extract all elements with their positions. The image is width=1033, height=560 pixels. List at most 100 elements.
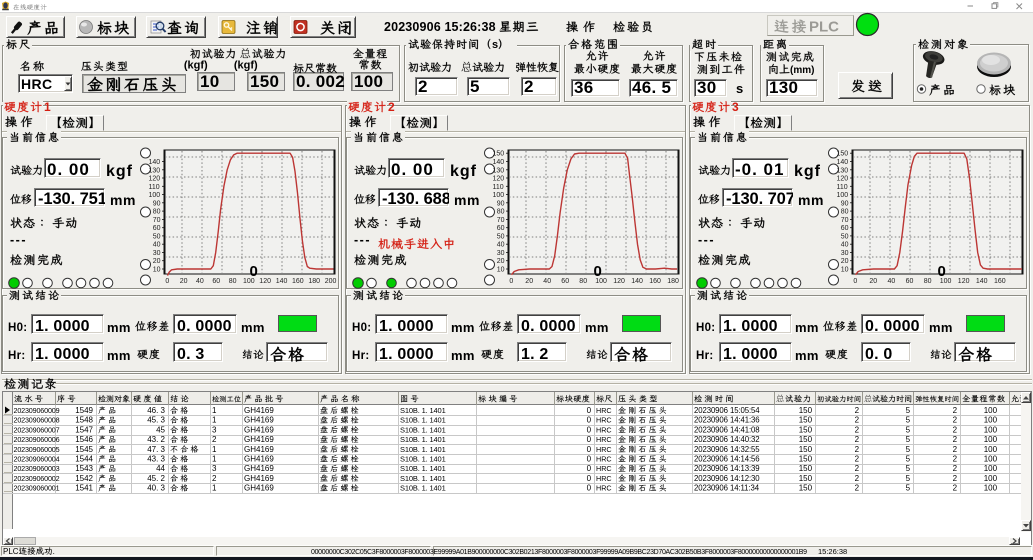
svg-text:202309060006: 202309060006 [14,435,60,444]
svg-text:3: 3 [212,425,217,434]
svg-text:5: 5 [906,445,911,454]
svg-text:60: 60 [906,278,914,285]
svg-text:130: 130 [837,167,849,174]
svg-text:(kgf): (kgf) [234,60,258,72]
svg-text:150: 150 [799,425,813,434]
svg-text:80: 80 [497,209,505,216]
svg-text:120: 120 [493,176,505,183]
svg-text:100: 100 [984,484,998,493]
svg-text:mm: mm [585,320,609,335]
svg-text:20: 20 [525,278,533,285]
svg-text:80: 80 [841,209,849,216]
svg-text:GH4169: GH4169 [244,455,274,464]
svg-text:80: 80 [229,278,237,285]
svg-text:20: 20 [180,278,188,285]
svg-text:HRC: HRC [596,416,612,425]
svg-text:GH4169: GH4169 [244,406,274,415]
svg-text:100: 100 [984,445,998,454]
svg-text:1541: 1541 [75,484,93,493]
svg-text:120: 120 [149,176,161,183]
svg-text:5: 5 [906,425,911,434]
svg-text:80: 80 [579,278,587,285]
svg-text:1: 1 [44,100,51,114]
svg-text:46. 3: 46. 3 [147,406,165,415]
svg-text:110: 110 [837,184,848,191]
svg-text:140: 140 [631,278,643,285]
svg-text:HRC: HRC [596,484,612,493]
svg-text:2: 2 [212,435,217,444]
svg-text:100: 100 [984,416,998,425]
svg-text:2: 2 [855,484,860,493]
svg-text:2: 2 [524,77,534,96]
svg-text:80: 80 [153,209,161,216]
svg-text:46. 5: 46. 5 [632,78,671,97]
svg-text:---: --- [354,233,371,247]
svg-text:2: 2 [855,455,860,464]
svg-text:150: 150 [250,72,279,91]
svg-text:202309060007: 202309060007 [14,425,60,434]
svg-text:-130. 7073: -130. 7073 [726,190,804,208]
svg-text:0: 0 [938,263,946,280]
svg-text:40: 40 [543,278,551,285]
svg-text:50: 50 [497,233,505,240]
svg-text:100: 100 [354,72,383,91]
svg-text:20230906 15:05:54: 20230906 15:05:54 [694,406,760,415]
svg-text:0. 00: 0. 00 [47,160,90,179]
svg-text:2: 2 [855,445,860,454]
svg-text:mm: mm [451,320,475,335]
svg-text:00000000C302C05C3F8000003F8000: 00000000C302C05C3F8000003F8000003E99999A… [311,549,807,556]
svg-text:5: 5 [906,474,911,483]
svg-text:160: 160 [649,278,661,285]
svg-text:0: 0 [587,474,592,483]
svg-text:S10B. 1. 1401: S10B. 1. 1401 [400,406,446,415]
svg-text:45: 45 [156,425,165,434]
svg-text:130: 130 [149,167,161,174]
svg-text:140: 140 [493,159,505,166]
svg-text:50: 50 [153,233,161,240]
svg-text:100: 100 [984,474,998,483]
svg-text:50: 50 [841,233,849,240]
svg-text:.: . [53,547,55,556]
svg-text:0: 0 [587,416,592,425]
svg-text:150: 150 [799,445,813,454]
svg-text:120: 120 [958,278,970,285]
svg-text:GH4169: GH4169 [244,464,274,473]
svg-text:HRC: HRC [21,76,53,92]
svg-text:2: 2 [855,425,860,434]
svg-text:0: 0 [587,425,592,434]
svg-text:100: 100 [149,192,161,199]
svg-text:1. 0000: 1. 0000 [379,318,434,335]
svg-text:0: 0 [587,484,592,493]
svg-text:0. 0000: 0. 0000 [521,318,576,335]
svg-text:GH4169: GH4169 [244,445,274,454]
svg-text:0: 0 [587,406,592,415]
svg-text:100: 100 [984,425,998,434]
svg-text:2: 2 [953,484,958,493]
svg-text:120: 120 [613,278,625,285]
svg-text:45. 2: 45. 2 [147,474,165,483]
svg-text:202309060002: 202309060002 [14,474,60,483]
svg-text:1: 1 [212,416,217,425]
svg-text:90: 90 [841,200,849,207]
svg-text:10: 10 [153,267,161,274]
svg-text:HRC: HRC [596,406,612,415]
svg-text:202309060008: 202309060008 [14,416,60,425]
svg-text:30: 30 [153,250,161,257]
svg-text:Hr:: Hr: [8,350,26,362]
svg-text:130: 130 [769,78,798,97]
svg-text:2: 2 [953,455,958,464]
svg-text:150: 150 [837,151,849,158]
svg-text:0: 0 [594,263,602,280]
svg-text:43. 3: 43. 3 [147,455,165,464]
svg-text:60: 60 [153,225,161,232]
svg-text:1545: 1545 [75,445,93,454]
svg-text:70: 70 [841,217,849,224]
svg-text:20230906 14:40:32: 20230906 14:40:32 [694,435,760,444]
svg-text:30: 30 [841,250,849,257]
svg-text:1542: 1542 [75,474,93,483]
svg-text:0. 3: 0. 3 [177,346,205,363]
svg-text:kgf: kgf [450,163,477,180]
svg-text:1548: 1548 [75,416,93,425]
svg-text:140: 140 [976,278,988,285]
svg-text:---: --- [698,233,715,247]
